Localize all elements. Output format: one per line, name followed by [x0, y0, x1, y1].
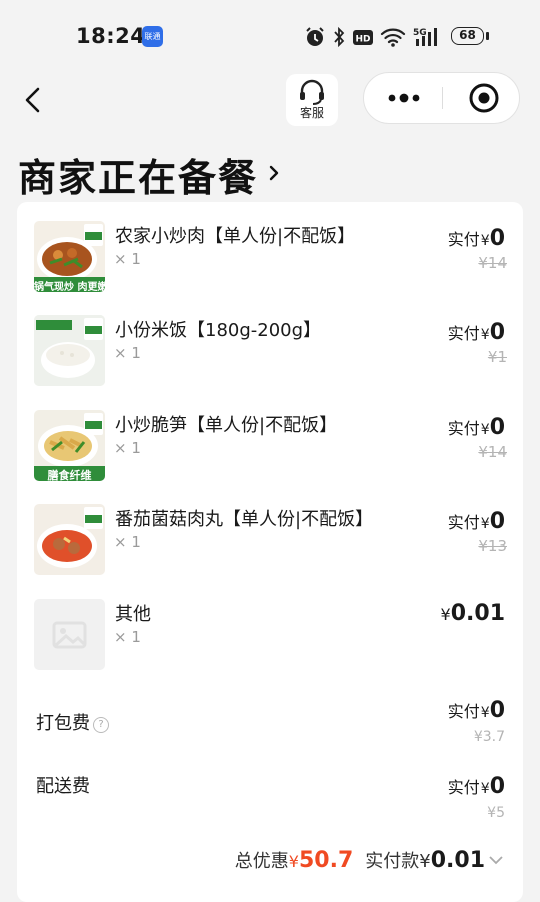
delivery-fee-paid: 实付¥0 — [447, 774, 505, 799]
packing-fee-label: 打包费? — [36, 709, 109, 735]
list-item: 番茄菌菇肉丸【单人份|不配饭】 × 1 实付¥0 ¥13 — [17, 485, 523, 579]
status-icons: HD 5G — [304, 25, 442, 49]
close-miniprogram-button[interactable] — [462, 81, 506, 115]
chevron-down-icon[interactable] — [488, 853, 504, 867]
food-thumbnail: 膳食纤维 — [34, 410, 105, 481]
bluetooth-icon — [334, 26, 345, 48]
status-time: 18:24 — [76, 24, 146, 48]
wifi-icon — [380, 28, 406, 47]
question-circle-icon[interactable]: ? — [93, 717, 109, 733]
discount-amount: 50.7 — [298, 848, 354, 873]
carrier-badge: 联通 — [142, 26, 163, 47]
list-item: 其他 × 1 ¥0.01 — [17, 580, 523, 674]
delivery-fee-label: 配送费 — [36, 776, 90, 797]
item-original-price: ¥14 — [478, 443, 507, 461]
hd-icon: HD — [353, 30, 373, 45]
item-original-price: ¥1 — [487, 348, 507, 366]
page-title[interactable]: 商家正在备餐 — [18, 147, 258, 202]
item-quantity: × 1 — [114, 250, 141, 268]
customer-service-button[interactable]: 客服 — [286, 74, 338, 126]
placeholder-image-icon — [34, 599, 105, 670]
thumbnail-caption: 膳食纤维 — [47, 469, 92, 481]
food-thumbnail — [34, 504, 105, 575]
item-paid-price: 实付¥0 — [447, 226, 505, 251]
chevron-right-icon[interactable] — [266, 161, 282, 185]
food-thumbnail — [34, 315, 105, 386]
status-bar: 18:24 联通 HD 5G 68 — [0, 0, 540, 72]
item-quantity: × 1 — [114, 628, 141, 646]
more-button[interactable] — [380, 83, 428, 113]
packing-fee-paid: 实付¥0 — [447, 698, 505, 723]
item-original-price: ¥14 — [478, 254, 507, 272]
item-quantity: × 1 — [114, 344, 141, 362]
discount-label: 总优惠 — [234, 851, 289, 872]
target-icon — [469, 83, 499, 113]
total-label: 实付款 — [365, 851, 420, 872]
headset-icon — [300, 79, 324, 105]
chevron-left-icon — [25, 87, 40, 113]
item-name: 番茄菌菇肉丸【单人份|不配饭】 — [115, 509, 374, 530]
total-amount: 0.01 — [430, 848, 485, 873]
miniprogram-capsule — [363, 72, 520, 124]
more-dots-icon — [388, 93, 420, 103]
delivery-fee-row: 配送费 实付¥0 ¥5 — [17, 772, 523, 832]
item-paid-price: 实付¥0 — [447, 509, 505, 534]
item-quantity: × 1 — [114, 533, 141, 551]
item-name: 其他 — [115, 604, 151, 625]
list-item: 小份米饭【180g-200g】 × 1 实付¥0 ¥1 — [17, 296, 523, 390]
item-price: ¥0.01 — [440, 601, 505, 626]
item-original-price: ¥13 — [478, 537, 507, 555]
item-name: 小炒脆笋【单人份|不配饭】 — [115, 415, 338, 436]
battery-level: 68 — [459, 28, 476, 42]
packing-fee-original: ¥3.7 — [473, 729, 505, 745]
item-name: 小份米饭【180g-200g】 — [115, 320, 322, 341]
packing-fee-row: 打包费? 实付¥0 ¥3.7 — [17, 698, 523, 758]
food-thumbnail: 锅气现炒 肉更嫩 — [34, 221, 105, 292]
capsule-divider — [442, 87, 443, 109]
signal-5g-icon: 5G — [413, 28, 437, 46]
list-item: 膳食纤维 小炒脆笋【单人份|不配饭】 × 1 实付¥0 ¥14 — [17, 391, 523, 485]
item-paid-price: 实付¥0 — [447, 415, 505, 440]
item-paid-price: 实付¥0 — [447, 320, 505, 345]
order-summary[interactable]: 总优惠¥50.7 实付款¥0.01 — [235, 847, 485, 873]
customer-service-label: 客服 — [299, 106, 324, 120]
order-card: 锅气现炒 肉更嫩 农家小炒肉【单人份|不配饭】 × 1 实付¥0 ¥14 小份米… — [17, 202, 523, 902]
svg-text:HD: HD — [355, 35, 370, 45]
item-quantity: × 1 — [114, 439, 141, 457]
delivery-fee-original: ¥5 — [487, 805, 505, 821]
battery-icon: 68 — [451, 25, 489, 47]
item-name: 农家小炒肉【单人份|不配饭】 — [115, 226, 356, 247]
thumbnail-caption: 锅气现炒 肉更嫩 — [34, 282, 105, 292]
alarm-icon — [306, 27, 324, 46]
back-button[interactable] — [18, 82, 52, 118]
list-item: 锅气现炒 肉更嫩 农家小炒肉【单人份|不配饭】 × 1 实付¥0 ¥14 — [17, 202, 523, 296]
